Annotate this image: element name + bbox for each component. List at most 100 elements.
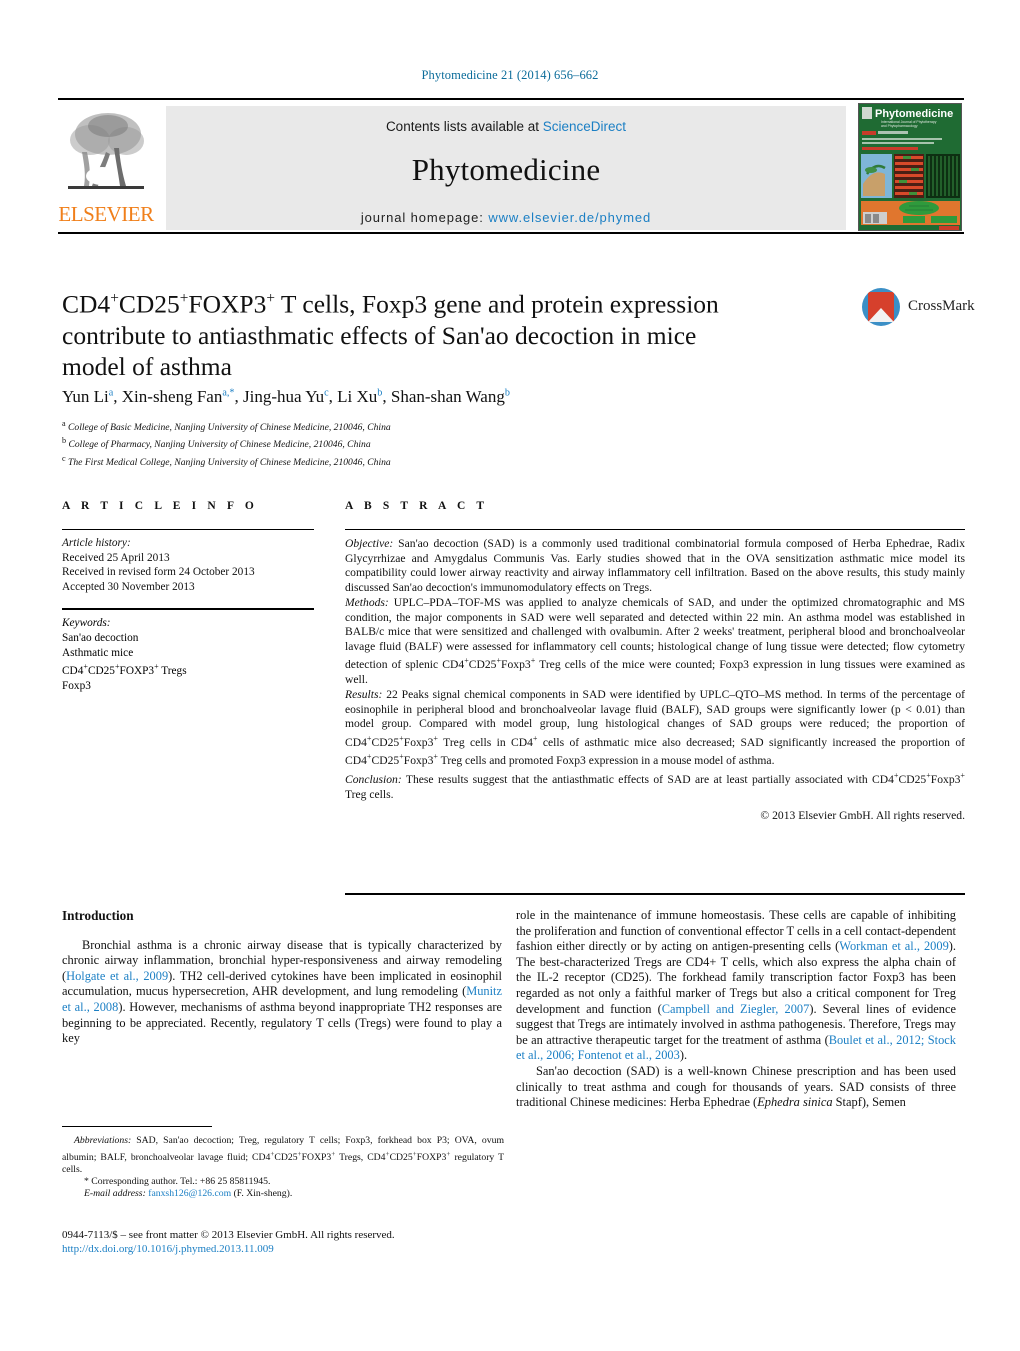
- author-affiliation-mark: c: [324, 387, 329, 399]
- crossmark-icon: [862, 288, 900, 326]
- contents-line: Contents lists available at ScienceDirec…: [166, 119, 846, 134]
- author-name: Jing-hua Yu: [243, 387, 325, 406]
- journal-banner: Contents lists available at ScienceDirec…: [166, 106, 846, 230]
- abbreviations-note: Abbreviations: SAD, San'ao decoction; Tr…: [62, 1135, 504, 1176]
- affiliation-item: a College of Basic Medicine, Nanjing Uni…: [62, 419, 391, 434]
- article-info-column: A R T I C L E I N F O Article history: R…: [62, 500, 314, 693]
- elsevier-logo: ELSEVIER: [58, 106, 154, 230]
- article-history: Article history: Received 25 April 2013 …: [62, 536, 314, 594]
- author-name: Yun Li: [62, 387, 109, 406]
- journal-cover-thumbnail: Phytomedicine International Journal of P…: [858, 103, 962, 231]
- abstract-copyright: © 2013 Elsevier GmbH. All rights reserve…: [760, 809, 965, 823]
- intro-text: ).: [679, 1048, 688, 1063]
- abstract-bottom-divider: [345, 893, 965, 895]
- introduction-paragraph-2: role in the maintenance of immune homeos…: [516, 908, 956, 1064]
- sciencedirect-link[interactable]: ScienceDirect: [543, 119, 626, 134]
- journal-title: Phytomedicine: [411, 152, 601, 187]
- author-name: Shan-shan Wang: [390, 387, 505, 406]
- running-head: Phytomedicine 21 (2014) 656–662: [421, 68, 599, 82]
- title-seg-3: FOXP3: [188, 289, 267, 319]
- citation-link[interactable]: Holgate et al., 2009: [66, 969, 168, 983]
- title-line-2: contribute to antiasthmatic effects of S…: [62, 320, 615, 350]
- title-seg-2: CD25: [118, 289, 180, 319]
- abstract-column: A B S T R A C T Objective: San'ao decoct…: [345, 500, 965, 824]
- homepage-url-link[interactable]: www.elsevier.de/phymed: [488, 210, 651, 225]
- affiliation-item: c The First Medical College, Nanjing Uni…: [62, 453, 391, 468]
- author-name: Li Xu: [337, 387, 378, 406]
- svg-text:and Phytopharmacology: and Phytopharmacology: [881, 124, 918, 128]
- title-sup-3: +: [266, 290, 275, 307]
- affiliation-item: b College of Pharmacy, Nanjing Universit…: [62, 436, 371, 451]
- intro-text: Stapf), Semen: [832, 1095, 906, 1110]
- crossmark-label: CrossMark: [908, 298, 975, 314]
- affiliation-mark: a: [62, 419, 66, 428]
- methods-text: UPLC–PDA–TOF-MS was applied to analyze c…: [345, 595, 966, 687]
- history-item: Received in revised form 24 October 2013: [62, 566, 255, 579]
- objective-label: Objective:: [345, 537, 394, 550]
- email-suffix: (F. Xin-sheng).: [231, 1188, 293, 1200]
- species-name: Ephedra sinica: [757, 1095, 833, 1110]
- author-affiliation-mark: b: [377, 387, 383, 399]
- elsevier-wordmark: ELSEVIER: [58, 202, 154, 226]
- history-item: Accepted 30 November 2013: [62, 580, 195, 593]
- email-link[interactable]: fanxsh126@126.com: [148, 1188, 231, 1199]
- corresponding-text: Corresponding author. Tel.: +86 25 85811…: [88, 1176, 271, 1188]
- article-history-label: Article history:: [62, 537, 131, 549]
- issn-line: 0944-7113/$ – see front matter © 2013 El…: [62, 1229, 395, 1241]
- abstract-results: Results: 22 Peaks signal chemical compon…: [345, 688, 965, 769]
- abstract-methods: Methods: UPLC–PDA–TOF-MS was applied to …: [345, 596, 965, 688]
- author-affiliation-mark: b: [504, 387, 510, 399]
- abstract-body: Objective: San'ao decoction (SAD) is a c…: [345, 537, 965, 824]
- abstract-divider: [345, 529, 965, 530]
- crossmark-badge-group[interactable]: CrossMark: [862, 288, 975, 330]
- abstract-heading: A B S T R A C T: [345, 500, 489, 512]
- citation-link[interactable]: Workman et al., 2009: [839, 939, 949, 953]
- keyword-item: Foxp3: [62, 679, 91, 692]
- footnote-divider: [62, 1126, 212, 1127]
- history-item: Received 25 April 2013: [62, 551, 170, 564]
- title-seg-4: T cells, Foxp3 gene and protein expressi…: [275, 289, 719, 319]
- footnote-block: Abbreviations: SAD, San'ao decoction; Tr…: [62, 1135, 504, 1201]
- introduction-right-column: role in the maintenance of immune homeos…: [516, 908, 956, 1111]
- abstract-objective: Objective: San'ao decoction (SAD) is a c…: [345, 537, 965, 596]
- introduction-heading: Introduction: [62, 908, 134, 923]
- email-note: E-mail address: fanxsh126@126.com (F. Xi…: [62, 1188, 504, 1200]
- introduction-left-column: Introduction Bronchial asthma is a chron…: [62, 908, 502, 1047]
- article-info-divider-1: [62, 529, 314, 530]
- conclusion-text: These results suggest that the antiasthm…: [345, 771, 965, 801]
- objective-text: San'ao decoction (SAD) is a commonly use…: [345, 537, 965, 595]
- journal-homepage-line: journal homepage: www.elsevier.de/phymed: [166, 210, 846, 225]
- affiliation-mark: b: [62, 436, 67, 446]
- author-list: Yun Lia, Xin-sheng Fana,*, Jing-hua Yuc,…: [62, 387, 510, 406]
- affiliation-list: a College of Basic Medicine, Nanjing Uni…: [62, 417, 822, 469]
- citation-link[interactable]: Campbell and Ziegler, 2007: [662, 1002, 810, 1016]
- title-sup-1: +: [110, 290, 119, 307]
- affiliation-mark: c: [62, 453, 66, 463]
- results-text: 22 Peaks signal chemical components in S…: [345, 687, 965, 768]
- keyword-item: Asthmatic mice: [62, 646, 134, 659]
- doi-link[interactable]: http://dx.doi.org/10.1016/j.phymed.2013.…: [62, 1242, 562, 1256]
- author-affiliation-mark: a: [108, 387, 114, 399]
- introduction-paragraph-1: Bronchial asthma is a chronic airway dis…: [62, 938, 502, 1047]
- author-affiliation-mark: a,*: [222, 387, 235, 399]
- homepage-label: journal homepage:: [360, 210, 489, 225]
- journal-masthead: ELSEVIER Contents lists available at Sci…: [58, 98, 964, 234]
- elsevier-tree-icon: [62, 108, 150, 200]
- conclusion-label: Conclusion:: [345, 772, 402, 786]
- keyword-item: CD4+CD25+FOXP3+ Tregs: [62, 662, 187, 677]
- title-seg-1: CD4: [62, 289, 111, 319]
- keywords-block: Keywords: San'ao decoction Asthmatic mic…: [62, 616, 314, 693]
- article-info-divider-2: [62, 608, 314, 611]
- methods-label: Methods:: [345, 595, 389, 609]
- contents-label: Contents lists available at: [385, 119, 543, 134]
- abbreviations-label: Abbreviations:: [74, 1135, 132, 1146]
- abstract-conclusion: Conclusion: These results suggest that t…: [345, 769, 965, 802]
- svg-text:Phytomedicine: Phytomedicine: [875, 108, 953, 120]
- keywords-label: Keywords:: [62, 617, 111, 630]
- issn-footer: 0944-7113/$ – see front matter © 2013 El…: [62, 1228, 562, 1256]
- email-label: E-mail address:: [84, 1188, 146, 1200]
- results-label: Results:: [345, 687, 383, 701]
- keyword-item: San'ao decoction: [62, 631, 139, 644]
- intro-text: ). However, mechanisms of asthma beyond …: [62, 999, 503, 1046]
- article-info-heading: A R T I C L E I N F O: [62, 500, 258, 512]
